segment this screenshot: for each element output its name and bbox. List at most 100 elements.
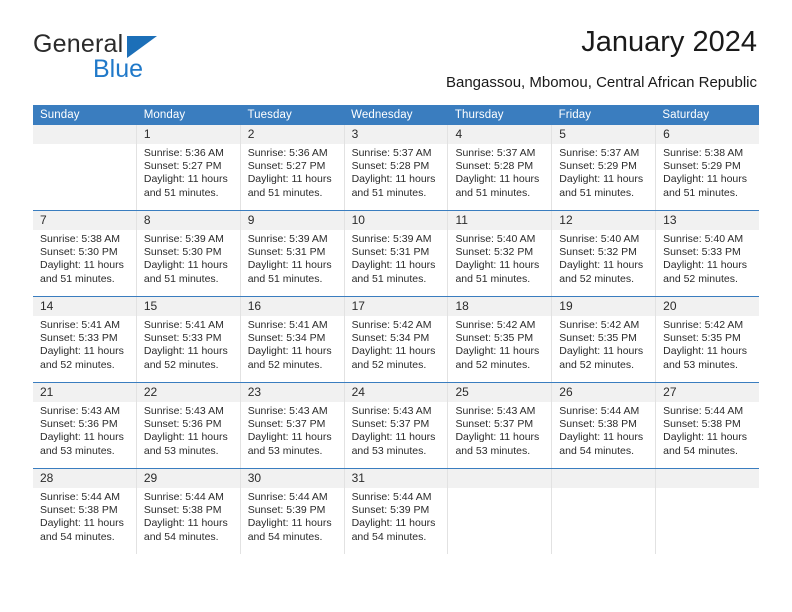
calendar-day-cell[interactable]: 27 Sunrise: 5:44 AM Sunset: 5:38 PM Dayligh… (656, 383, 760, 468)
daylight-text: and 52 minutes. (351, 358, 427, 371)
daylight-text: and 53 minutes. (143, 444, 219, 457)
calendar-day-cell[interactable]: 30 Sunrise: 5:44 AM Sunset: 5:39 PM Dayligh… (240, 469, 345, 554)
daylight-text: Daylight: 11 hours (351, 345, 436, 358)
day-number: 7 (33, 211, 136, 230)
calendar-day-cell[interactable]: 8 Sunrise: 5:39 AM Sunset: 5:30 PM Daylight… (136, 211, 241, 296)
day-details: Sunrise: 5:42 AM Sunset: 5:35 PM Daylight:… (552, 316, 655, 382)
day-number: 19 (552, 297, 656, 316)
day-number: 5 (552, 125, 656, 144)
day-details: Sunrise: 5:36 AM Sunset: 5:27 PM Daylight:… (137, 144, 240, 210)
calendar-day-cell[interactable]: 7 Sunrise: 5:38 AM Sunset: 5:30 PM Daylight… (33, 211, 137, 296)
daylight-text: and 54 minutes. (559, 444, 635, 457)
sunrise-text: Sunrise: 5:43 AM (455, 405, 536, 417)
daylight-text: Daylight: 11 hours (247, 259, 332, 272)
calendar-day-cell[interactable]: 26 Sunrise: 5:44 AM Sunset: 5:38 PM Dayligh… (552, 383, 657, 468)
calendar-day-cell[interactable]: 23 Sunrise: 5:43 AM Sunset: 5:37 PM Dayligh… (240, 383, 345, 468)
calendar-day-cell[interactable]: 11 Sunrise: 5:40 AM Sunset: 5:32 PM Dayligh… (448, 211, 553, 296)
calendar-day-cell[interactable]: 18 Sunrise: 5:42 AM Sunset: 5:35 PM Dayligh… (448, 297, 553, 382)
daylight-text: Daylight: 11 hours (40, 517, 124, 530)
daylight-text: Daylight: 11 hours (143, 345, 228, 358)
calendar-day-cell[interactable]: 1 Sunrise: 5:36 AM Sunset: 5:27 PM Daylight… (136, 125, 241, 210)
sunrise-text: Sunrise: 5:43 AM (247, 405, 328, 417)
page-subtitle: Bangassou, Mbomou, Central African Repub… (445, 74, 757, 91)
daylight-text: Daylight: 11 hours (40, 431, 124, 444)
day-number: 28 (33, 469, 136, 488)
daylight-text: Daylight: 11 hours (351, 173, 436, 186)
day-details: Sunrise: 5:37 AM Sunset: 5:29 PM Daylight:… (552, 144, 655, 210)
daylight-text: Daylight: 11 hours (40, 345, 124, 358)
calendar-day-cell[interactable]: 13 Sunrise: 5:40 AM Sunset: 5:33 PM Dayligh… (656, 211, 760, 296)
sunrise-text: Sunrise: 5:40 AM (559, 233, 640, 245)
sunrise-text: Sunrise: 5:42 AM (559, 319, 640, 331)
sunrise-text: Sunrise: 5:41 AM (40, 319, 120, 331)
day-number: 20 (656, 297, 760, 316)
day-details: Sunrise: 5:43 AM Sunset: 5:37 PM Daylight:… (345, 402, 448, 468)
calendar-weeks: 1 Sunrise: 5:36 AM Sunset: 5:27 PM Daylight… (33, 125, 760, 554)
daylight-text: and 54 minutes. (40, 530, 115, 543)
daylight-text: Daylight: 11 hours (247, 431, 332, 444)
day-details (33, 144, 136, 210)
calendar-day-cell[interactable]: 15 Sunrise: 5:41 AM Sunset: 5:33 PM Dayligh… (136, 297, 241, 382)
day-number: 4 (448, 125, 552, 144)
day-details (448, 488, 551, 554)
sunset-text: Sunset: 5:36 PM (143, 418, 222, 431)
calendar-day-cell[interactable]: 24 Sunrise: 5:43 AM Sunset: 5:37 PM Dayligh… (344, 383, 449, 468)
calendar-day-cell[interactable]: 16 Sunrise: 5:41 AM Sunset: 5:34 PM Dayligh… (240, 297, 345, 382)
calendar-day-cell[interactable]: 4 Sunrise: 5:37 AM Sunset: 5:28 PM Daylight… (448, 125, 553, 210)
sunrise-text: Sunrise: 5:39 AM (143, 233, 224, 245)
page-title: January 2024 (581, 26, 757, 58)
sunset-text: Sunset: 5:39 PM (351, 504, 430, 517)
calendar-day-cell[interactable]: 5 Sunrise: 5:37 AM Sunset: 5:29 PM Daylight… (552, 125, 657, 210)
day-details: Sunrise: 5:40 AM Sunset: 5:33 PM Daylight:… (656, 230, 759, 296)
daylight-text: Daylight: 11 hours (559, 431, 644, 444)
weekday-header-thursday: Thursday (454, 109, 504, 121)
day-details: Sunrise: 5:42 AM Sunset: 5:35 PM Daylight:… (448, 316, 551, 382)
calendar-day-cell[interactable]: 29 Sunrise: 5:44 AM Sunset: 5:38 PM Dayligh… (136, 469, 241, 554)
day-number: 9 (240, 211, 344, 230)
calendar-day-cell[interactable]: 3 Sunrise: 5:37 AM Sunset: 5:28 PM Daylight… (344, 125, 449, 210)
sunset-text: Sunset: 5:37 PM (351, 418, 430, 431)
sunrise-text: Sunrise: 5:42 AM (455, 319, 536, 331)
sunrise-text: Sunrise: 5:42 AM (663, 319, 744, 331)
sunrise-text: Sunrise: 5:39 AM (351, 233, 432, 245)
day-number: 16 (240, 297, 344, 316)
weekday-header-sunday: Sunday (40, 109, 80, 121)
sunset-text: Sunset: 5:36 PM (40, 418, 118, 431)
day-details: Sunrise: 5:43 AM Sunset: 5:37 PM Daylight:… (241, 402, 344, 468)
day-number: 13 (656, 211, 760, 230)
calendar-day-cell[interactable]: 9 Sunrise: 5:39 AM Sunset: 5:31 PM Daylight… (240, 211, 345, 296)
sunrise-text: Sunrise: 5:38 AM (40, 233, 120, 245)
calendar-day-cell[interactable]: 2 Sunrise: 5:36 AM Sunset: 5:27 PM Daylight… (240, 125, 345, 210)
day-number (656, 469, 760, 488)
sunrise-text: Sunrise: 5:41 AM (143, 319, 224, 331)
daylight-text: and 52 minutes. (40, 358, 115, 371)
day-details: Sunrise: 5:40 AM Sunset: 5:32 PM Daylight:… (552, 230, 655, 296)
sunset-text: Sunset: 5:34 PM (247, 332, 326, 345)
day-number (33, 125, 136, 144)
daylight-text: and 52 minutes. (455, 358, 531, 371)
calendar-day-cell[interactable]: 22 Sunrise: 5:43 AM Sunset: 5:36 PM Dayligh… (136, 383, 241, 468)
calendar-day-cell[interactable]: 19 Sunrise: 5:42 AM Sunset: 5:35 PM Dayligh… (552, 297, 657, 382)
sunset-text: Sunset: 5:38 PM (663, 418, 741, 431)
sunrise-text: Sunrise: 5:40 AM (455, 233, 536, 245)
day-number: 1 (136, 125, 240, 144)
daylight-text: and 51 minutes. (247, 272, 323, 285)
calendar-day-cell[interactable]: 28 Sunrise: 5:44 AM Sunset: 5:38 PM Dayligh… (33, 469, 137, 554)
sunset-text: Sunset: 5:39 PM (247, 504, 326, 517)
sunrise-text: Sunrise: 5:36 AM (143, 147, 224, 159)
day-number (552, 469, 656, 488)
calendar-day-cell[interactable]: 25 Sunrise: 5:43 AM Sunset: 5:37 PM Dayligh… (448, 383, 553, 468)
day-number: 26 (552, 383, 656, 402)
calendar-day-cell[interactable]: 20 Sunrise: 5:42 AM Sunset: 5:35 PM Dayligh… (656, 297, 760, 382)
calendar-day-cell[interactable]: 10 Sunrise: 5:39 AM Sunset: 5:31 PM Dayligh… (344, 211, 449, 296)
calendar-day-cell[interactable]: 21 Sunrise: 5:43 AM Sunset: 5:36 PM Dayligh… (33, 383, 137, 468)
calendar-day-cell[interactable]: 14 Sunrise: 5:41 AM Sunset: 5:33 PM Dayligh… (33, 297, 137, 382)
sunset-text: Sunset: 5:31 PM (351, 246, 430, 259)
daylight-text: and 51 minutes. (143, 186, 219, 199)
calendar-day-cell-empty (448, 469, 553, 554)
weekday-header-saturday: Saturday (662, 109, 710, 121)
calendar-day-cell[interactable]: 31 Sunrise: 5:44 AM Sunset: 5:39 PM Dayligh… (344, 469, 449, 554)
calendar-day-cell[interactable]: 6 Sunrise: 5:38 AM Sunset: 5:29 PM Daylight… (656, 125, 760, 210)
calendar-day-cell[interactable]: 17 Sunrise: 5:42 AM Sunset: 5:34 PM Dayligh… (344, 297, 449, 382)
calendar-day-cell[interactable]: 12 Sunrise: 5:40 AM Sunset: 5:32 PM Dayligh… (552, 211, 657, 296)
